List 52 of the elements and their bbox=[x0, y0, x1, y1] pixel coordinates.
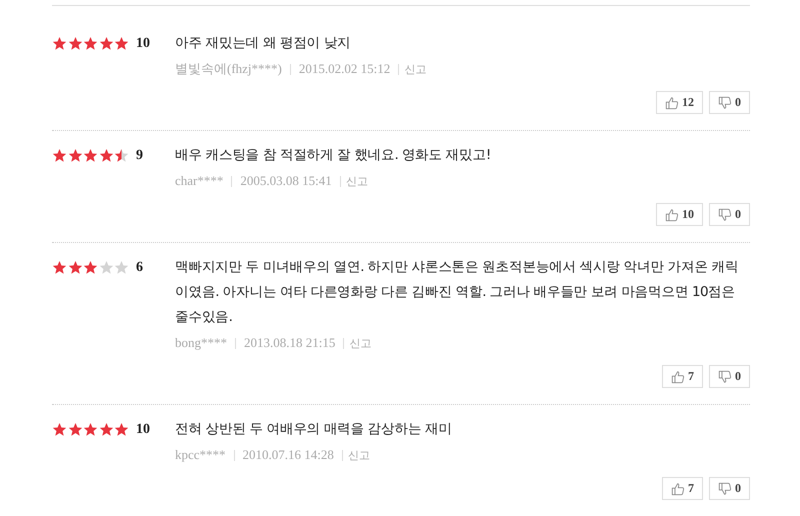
thumbs-down-icon bbox=[718, 482, 732, 496]
star-icon bbox=[83, 260, 98, 275]
rating-score: 9 bbox=[136, 148, 143, 164]
author-name: char**** bbox=[175, 173, 224, 189]
like-button[interactable]: 7 bbox=[662, 477, 703, 500]
dislike-button[interactable]: 0 bbox=[709, 91, 750, 114]
review-date: 2015.02.02 15:12 bbox=[298, 61, 390, 77]
star-icon bbox=[52, 36, 67, 51]
dislike-button[interactable]: 0 bbox=[709, 477, 750, 500]
star-icon bbox=[98, 422, 114, 437]
star-icon bbox=[68, 422, 82, 437]
thumbs-up-icon bbox=[671, 482, 685, 496]
author-name: 별빛속에(fhzj****) bbox=[175, 60, 282, 78]
like-button[interactable]: 7 bbox=[662, 365, 703, 388]
review-text: 맥빠지지만 두 미녀배우의 열연. 하지만 샤론스톤은 원초적본능에서 섹시랑 악녀만 가져온 캐릭이였음. 아자니는 여타 다른영화랑 다른 김빠진 역할. 그러나 배우들만 보려 마음먹으면 10점은 줄수있음. bbox=[175, 258, 740, 327]
review-date: 2010.07.16 14:28 bbox=[242, 447, 334, 463]
rating-score: 6 bbox=[136, 260, 143, 276]
rating-score: 10 bbox=[136, 36, 150, 52]
star-icon bbox=[68, 148, 82, 163]
star-icon bbox=[52, 260, 67, 275]
star-icon bbox=[83, 36, 98, 51]
like-button[interactable]: 10 bbox=[656, 203, 703, 226]
dislike-button[interactable]: 0 bbox=[709, 365, 750, 388]
review-text: 아주 재밌는데 왜 평점이 낮지 bbox=[175, 34, 352, 53]
thumbs-down-icon bbox=[718, 208, 732, 222]
star-icon bbox=[52, 422, 67, 437]
review-text: 배우 캐스팅을 참 적절하게 잘 했네요. 영화도 재밌고! bbox=[175, 146, 492, 165]
thumbs-up-icon bbox=[671, 370, 685, 384]
star-icon bbox=[98, 260, 114, 275]
rating-score: 10 bbox=[136, 422, 150, 438]
like-button[interactable]: 12 bbox=[656, 91, 703, 114]
review-date: 2013.08.18 21:15 bbox=[244, 335, 336, 351]
star-icon bbox=[98, 36, 114, 51]
dislike-button[interactable]: 0 bbox=[709, 203, 750, 226]
star-icon bbox=[83, 422, 98, 437]
star-icon bbox=[98, 148, 114, 163]
star-icon bbox=[114, 422, 129, 437]
star-icon bbox=[83, 148, 98, 163]
star-icon bbox=[68, 36, 82, 51]
thumbs-up-icon bbox=[665, 96, 679, 110]
author-name: bong**** bbox=[175, 335, 227, 351]
review-text: 전혀 상반된 두 여배우의 매력을 감상하는 재미 bbox=[175, 420, 453, 439]
thumbs-up-icon bbox=[665, 208, 679, 222]
star-icon bbox=[68, 260, 82, 275]
star-icon bbox=[114, 260, 129, 275]
star-icon bbox=[52, 148, 67, 163]
author-name: kpcc**** bbox=[175, 447, 226, 463]
review-date: 2005.03.08 15:41 bbox=[240, 173, 332, 189]
thumbs-down-icon bbox=[718, 370, 732, 384]
thumbs-down-icon bbox=[718, 96, 732, 110]
star-icon bbox=[114, 36, 129, 51]
star-icon bbox=[114, 148, 129, 163]
